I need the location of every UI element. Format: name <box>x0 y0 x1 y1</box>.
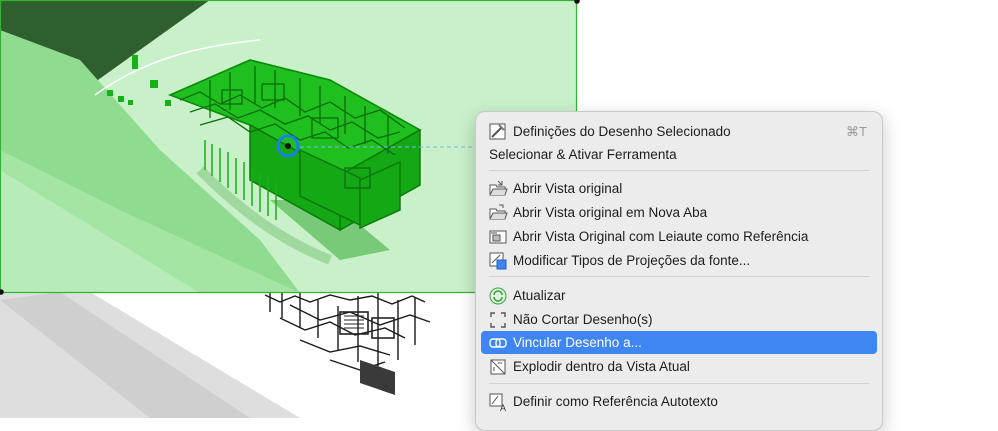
menu-item-no-crop-drawing[interactable]: Não Cortar Desenho(s) <box>481 308 877 331</box>
underlying-drawing <box>0 292 431 418</box>
menu-item-label: Definições do Desenho Selecionado <box>513 124 731 139</box>
menu-item-update[interactable]: Atualizar <box>481 284 877 307</box>
menu-item-drawing-settings[interactable]: Definições do Desenho Selecionado ⌘T <box>481 120 877 143</box>
menu-separator <box>489 170 869 171</box>
open-folder-tab-icon <box>489 204 508 220</box>
menu-item-label: Definir como Referência Autotexto <box>513 394 718 409</box>
svg-text:A: A <box>500 403 506 412</box>
open-folder-icon <box>489 180 508 196</box>
menu-item-open-original-view-new-tab[interactable]: Abrir Vista original em Nova Aba <box>481 201 877 224</box>
projection-types-icon <box>489 252 507 270</box>
autotext-reference-icon: A <box>489 393 506 412</box>
menu-item-label: Abrir Vista Original com Leiaute como Re… <box>513 229 809 244</box>
menu-separator <box>489 383 869 384</box>
menu-item-label: Selecionar & Ativar Ferramenta <box>489 147 677 162</box>
drawing-settings-icon <box>489 123 506 140</box>
menu-item-label: Atualizar <box>513 288 566 303</box>
shortcut-label: ⌘T <box>846 124 867 139</box>
menu-item-label: Explodir dentro da Vista Atual <box>513 359 690 374</box>
menu-item-explode-into-current-view[interactable]: Explodir dentro da Vista Atual <box>481 355 877 378</box>
link-drawing-icon <box>489 338 507 348</box>
menu-item-label: Não Cortar Desenho(s) <box>513 312 653 327</box>
menu-item-label: Modificar Tipos de Projeções da fonte... <box>513 253 751 268</box>
menu-item-link-drawing[interactable]: Vincular Desenho a... <box>481 331 877 354</box>
menu-item-label: Vincular Desenho a... <box>513 335 642 350</box>
menu-item-modify-projection-types[interactable]: Modificar Tipos de Projeções da fonte... <box>481 249 877 272</box>
menu-separator <box>489 276 869 277</box>
menu-item-open-original-view[interactable]: Abrir Vista original <box>481 177 877 200</box>
context-menu: Definições do Desenho Selecionado ⌘T Sel… <box>475 111 883 431</box>
layout-reference-icon <box>489 230 507 244</box>
menu-item-set-autotext-reference[interactable]: A Definir como Referência Autotexto <box>481 390 877 413</box>
menu-item-label: Abrir Vista original <box>513 181 623 196</box>
refresh-icon <box>489 287 507 305</box>
menu-item-select-activate-tool[interactable]: Selecionar & Ativar Ferramenta <box>481 143 877 166</box>
menu-item-open-original-layout-reference[interactable]: Abrir Vista Original com Leiaute como Re… <box>481 225 877 248</box>
menu-item-label: Abrir Vista original em Nova Aba <box>513 205 708 220</box>
crop-corners-icon <box>490 312 506 328</box>
explode-icon <box>490 359 506 375</box>
